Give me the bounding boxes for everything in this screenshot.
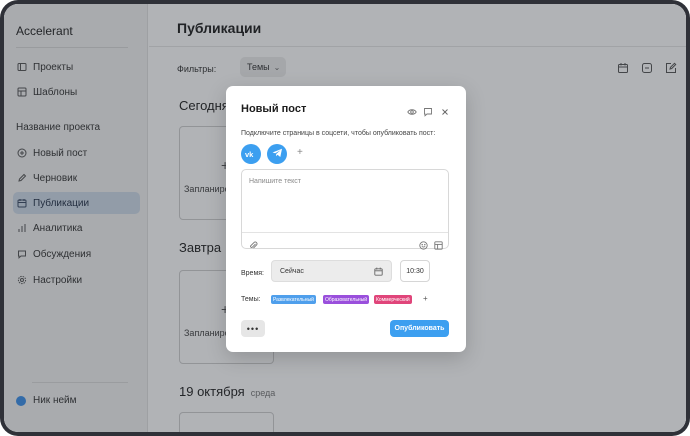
post-editor (241, 169, 449, 250)
tag-label: Коммерческий (376, 296, 410, 303)
post-text-input[interactable] (242, 170, 448, 232)
tag-educational[interactable]: Образовательный (323, 295, 370, 304)
svg-text:vk: vk (245, 150, 254, 158)
add-social-button[interactable]: + (297, 147, 303, 158)
publish-button[interactable]: Опубликовать (390, 320, 449, 337)
tag-label: Развлекательный (273, 296, 314, 303)
more-options-button[interactable]: ••• (241, 320, 265, 337)
new-post-modal: Новый пост Подключите страницы в соцсети… (226, 86, 466, 352)
themes-label: Темы: (241, 296, 261, 303)
connect-socials-text: Подключите страницы в соцсети, чтобы опу… (241, 130, 436, 137)
comment-icon[interactable] (423, 104, 433, 117)
tag-commercial[interactable]: Коммерческий (374, 295, 412, 304)
time-input[interactable]: 10:30 (400, 260, 430, 282)
telegram-button[interactable] (267, 144, 287, 164)
tag-entertainment[interactable]: Развлекательный (271, 295, 316, 304)
calendar-icon (374, 267, 383, 276)
vk-icon: vk (245, 145, 257, 163)
telegram-icon (272, 145, 283, 163)
attachment-icon[interactable] (249, 237, 258, 249)
layout-icon[interactable] (434, 237, 443, 250)
app-screen: Accelerant Проекты Шаблоны Название прое… (4, 4, 686, 432)
divider (242, 232, 448, 233)
add-tag-button[interactable]: + (423, 294, 428, 303)
device-frame: Accelerant Проекты Шаблоны Название прое… (0, 0, 690, 436)
date-select[interactable]: Сейчас (271, 260, 392, 282)
vk-button[interactable]: vk (241, 144, 261, 164)
time-value: 10:30 (406, 267, 424, 275)
time-label: Время: (241, 270, 265, 277)
tag-label: Образовательный (325, 296, 368, 303)
preview-eye-icon[interactable] (407, 104, 417, 115)
modal-title: Новый пост (241, 103, 307, 115)
emoji-icon[interactable] (419, 237, 428, 250)
close-icon[interactable] (440, 104, 450, 115)
date-value: Сейчас (280, 267, 304, 275)
